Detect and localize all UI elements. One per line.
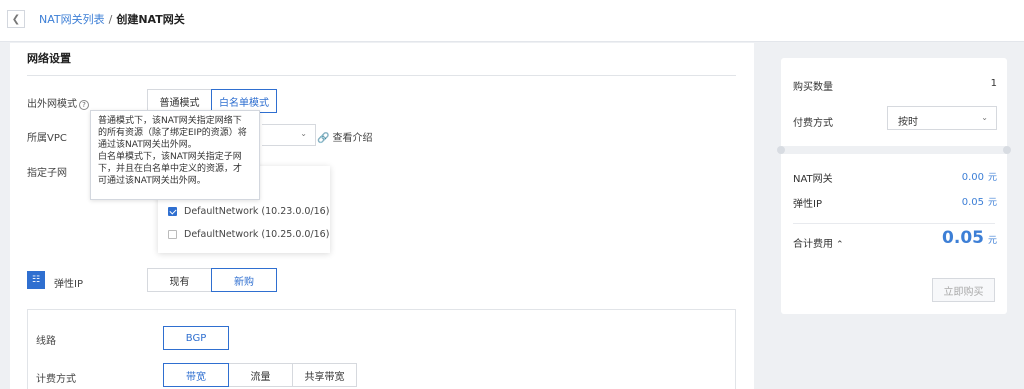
currency-unit: 元 <box>987 173 997 183</box>
total-price: 0.05 元 <box>942 228 997 248</box>
payment-select-value: 按时 <box>898 117 918 128</box>
subnet-label: 指定子网 <box>27 168 67 179</box>
total-toggle[interactable]: 合计费用 ⌃ <box>793 235 844 250</box>
buy-now-button[interactable]: 立即购买 <box>932 278 995 302</box>
nat-gateway-price-value: 0.00 <box>961 172 984 183</box>
tooltip-line: 普通模式下，该NAT网关指定网络下 <box>98 116 242 126</box>
divider <box>793 223 995 224</box>
main-form-panel: 网络设置 出外网模式? 普通模式 白名单模式 所属VPC ⌄ 🔗 查看介绍 指定子… <box>10 43 754 389</box>
billing-shared-button[interactable]: 共享带宽 <box>292 363 357 387</box>
tooltip-line: 的所有资源（除了绑定EIP的资源）将 <box>98 128 247 138</box>
vpc-select[interactable]: ⌄ <box>262 124 316 146</box>
network-icon: ☷ <box>27 271 45 289</box>
billing-selector: 带宽 流量 共享带宽 <box>163 363 357 387</box>
tooltip-line: 白名单模式下，该NAT网关指定子网 <box>98 152 242 162</box>
quantity-value: 1 <box>990 78 997 89</box>
payment-label: 付费方式 <box>793 118 833 129</box>
eip-price-value: 0.05 <box>961 197 984 208</box>
eip-price: 0.05 元 <box>962 195 997 208</box>
quantity-label: 购买数量 <box>793 82 833 93</box>
outbound-mode-label-text: 出外网模式 <box>27 99 77 110</box>
help-icon[interactable]: ? <box>79 100 89 110</box>
vpc-label: 所属VPC <box>27 133 67 144</box>
line-label: 线路 <box>36 336 56 347</box>
network-section-title: 网络设置 <box>27 52 71 65</box>
tooltip-line: 可通过该NAT网关出外网。 <box>98 176 206 186</box>
section-divider <box>781 146 1007 154</box>
checkbox-checked-icon[interactable] <box>168 207 177 216</box>
subnet-option-label: DefaultNetwork (10.25.0.0/16) <box>184 229 330 240</box>
chevron-up-icon: ⌃ <box>836 240 844 250</box>
nat-gateway-label: NAT网关 <box>793 174 833 185</box>
eip-price-label: 弹性IP <box>793 199 822 210</box>
subnet-option-label: DefaultNetwork (10.23.0.0/16) <box>184 206 330 217</box>
billing-label: 计费方式 <box>36 374 76 385</box>
breadcrumb-parent-link[interactable]: NAT网关列表 <box>39 13 105 26</box>
currency-unit: 元 <box>987 236 997 246</box>
eip-label: 弹性IP <box>54 279 83 290</box>
divider-notch <box>777 146 785 154</box>
eip-config-box: 线路 BGP 计费方式 带宽 流量 共享带宽 <box>27 309 736 389</box>
billing-traffic-button[interactable]: 流量 <box>228 363 293 387</box>
total-price-value: 0.05 <box>942 228 984 248</box>
currency-unit: 元 <box>987 198 997 208</box>
line-bgp-button[interactable]: BGP <box>163 326 229 350</box>
link-icon: 🔗 <box>317 133 330 144</box>
billing-bandwidth-button[interactable]: 带宽 <box>163 363 229 387</box>
eip-new-button[interactable]: 新购 <box>211 268 277 292</box>
breadcrumb: NAT网关列表 / 创建NAT网关 <box>39 11 185 27</box>
chevron-down-icon: ⌄ <box>981 113 988 122</box>
line-selector: BGP <box>163 326 229 350</box>
eip-existing-button[interactable]: 现有 <box>147 268 212 292</box>
chevron-down-icon: ⌄ <box>300 129 307 138</box>
eip-mode-selector: 现有 新购 <box>147 268 277 292</box>
subnet-option[interactable]: DefaultNetwork (10.23.0.0/16) <box>168 206 329 217</box>
vpc-intro-link[interactable]: 🔗 查看介绍 <box>317 129 372 144</box>
tooltip-line: 下，并且在白名单中定义的资源，才 <box>98 164 243 174</box>
checkbox-icon[interactable] <box>168 230 177 239</box>
vpc-intro-link-text: 查看介绍 <box>332 133 373 144</box>
outbound-mode-label: 出外网模式? <box>27 95 89 110</box>
outbound-mode-tooltip: 普通模式下，该NAT网关指定网络下 的所有资源（除了绑定EIP的资源）将 通过该… <box>90 110 260 200</box>
total-label: 合计费用 <box>793 239 833 250</box>
top-header: ❮ NAT网关列表 / 创建NAT网关 <box>0 0 1024 42</box>
tooltip-line: 通过该NAT网关出外网。 <box>98 140 197 150</box>
chevron-left-icon[interactable]: ❮ <box>7 10 25 28</box>
payment-select[interactable]: 按时 ⌄ <box>887 106 997 130</box>
divider-notch <box>1003 146 1011 154</box>
subnet-option[interactable]: DefaultNetwork (10.25.0.0/16) <box>168 229 329 240</box>
nat-gateway-price: 0.00 元 <box>962 170 997 183</box>
breadcrumb-separator: / <box>108 13 113 26</box>
order-summary-panel: 购买数量 1 付费方式 按时 ⌄ NAT网关 0.00 元 弹性IP 0.05 元 合… <box>777 58 1011 314</box>
page-title: 创建NAT网关 <box>116 13 185 26</box>
section-divider <box>27 75 736 76</box>
